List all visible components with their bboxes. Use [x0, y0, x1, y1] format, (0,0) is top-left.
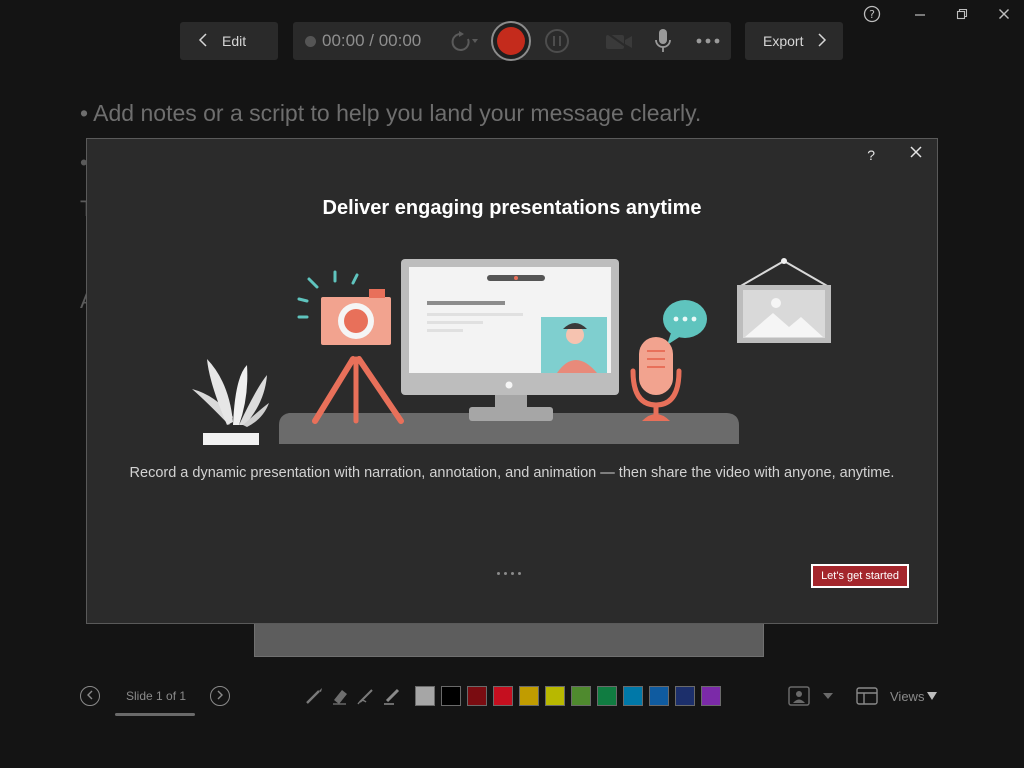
- replay-icon[interactable]: [441, 22, 481, 60]
- dialog-close-icon[interactable]: [909, 145, 923, 164]
- ink-color-swatch[interactable]: [623, 686, 643, 706]
- record-icon: [491, 21, 531, 61]
- edit-label: Edit: [222, 33, 247, 49]
- timer-text: 00:00 / 00:00: [322, 31, 422, 50]
- timer: 00:00 / 00:00: [305, 22, 421, 60]
- views-caret-icon: [927, 692, 938, 700]
- ink-color-swatch[interactable]: [415, 686, 435, 706]
- slide-counter: Slide 1 of 1: [126, 689, 187, 703]
- pager-dots: [497, 572, 521, 575]
- export-label: Export: [763, 33, 804, 49]
- welcome-dialog: ? Deliver engaging presentations anytime: [86, 138, 938, 624]
- microphone-icon[interactable]: [649, 22, 677, 60]
- dropdown-caret-icon: [823, 693, 833, 699]
- timer-dot-icon: [305, 35, 316, 47]
- views-icon: [856, 687, 878, 705]
- edit-button[interactable]: Edit: [180, 22, 278, 60]
- chat-bubble-icon: [663, 300, 707, 345]
- forward-chevron-icon: [817, 32, 827, 50]
- dialog-help-button[interactable]: ?: [867, 147, 875, 163]
- pen-icon[interactable]: [303, 684, 325, 708]
- restore-icon[interactable]: [952, 4, 972, 24]
- svg-text:?: ?: [869, 8, 875, 21]
- camera-icon[interactable]: [603, 22, 635, 60]
- next-chevron-icon: [216, 687, 224, 705]
- ink-color-swatch[interactable]: [519, 686, 539, 706]
- ink-color-swatch[interactable]: [649, 686, 669, 706]
- slide-progress: [115, 713, 195, 716]
- dialog-title: Deliver engaging presentations anytime: [322, 197, 702, 219]
- previous-slide-button[interactable]: [80, 686, 100, 706]
- views-label: Views: [890, 688, 925, 704]
- microphone-illustration-icon: [630, 337, 682, 421]
- pause-icon[interactable]: [541, 22, 573, 60]
- close-icon[interactable]: [994, 4, 1014, 24]
- previous-chevron-icon: [86, 687, 94, 705]
- help-icon[interactable]: ?: [862, 4, 882, 24]
- slide-thumbnail: [254, 622, 764, 657]
- presenter-view-button[interactable]: [788, 686, 834, 706]
- notes-text: • Add notes or a script to help you land…: [80, 100, 702, 126]
- pager-dot[interactable]: [518, 572, 521, 575]
- plant-icon: [192, 359, 269, 445]
- recording-controls: 00:00 / 00:00: [293, 21, 731, 61]
- highlighter-icon[interactable]: [381, 684, 403, 708]
- back-chevron-icon: [198, 32, 208, 50]
- framed-picture-icon: [737, 258, 831, 343]
- pencil-icon[interactable]: [355, 684, 377, 708]
- ink-color-swatch[interactable]: [493, 686, 513, 706]
- pager-dot[interactable]: [504, 572, 507, 575]
- eraser-icon[interactable]: [329, 684, 351, 708]
- monitor-illustration-icon: [401, 259, 619, 421]
- ink-color-swatch[interactable]: [545, 686, 565, 706]
- presenter-icon: [788, 686, 810, 706]
- record-button[interactable]: [490, 21, 532, 61]
- export-button[interactable]: Export: [745, 22, 843, 60]
- dialog-description: Record a dynamic presentation with narra…: [129, 465, 895, 481]
- lets-get-started-button[interactable]: Let's get started: [811, 564, 909, 588]
- recording-illustration: [192, 258, 831, 445]
- ink-color-swatch[interactable]: [701, 686, 721, 706]
- minimize-icon[interactable]: [910, 4, 930, 24]
- camera-illustration-icon: [297, 270, 404, 424]
- views-button[interactable]: Views: [856, 686, 938, 706]
- ink-color-swatch[interactable]: [675, 686, 695, 706]
- ink-color-swatch[interactable]: [571, 686, 591, 706]
- pager-dot[interactable]: [497, 572, 500, 575]
- ink-color-swatch[interactable]: [597, 686, 617, 706]
- ink-color-swatch[interactable]: [467, 686, 487, 706]
- next-slide-button[interactable]: [210, 686, 230, 706]
- pager-dot[interactable]: [511, 572, 514, 575]
- more-icon[interactable]: [691, 22, 725, 60]
- ink-color-swatch[interactable]: [441, 686, 461, 706]
